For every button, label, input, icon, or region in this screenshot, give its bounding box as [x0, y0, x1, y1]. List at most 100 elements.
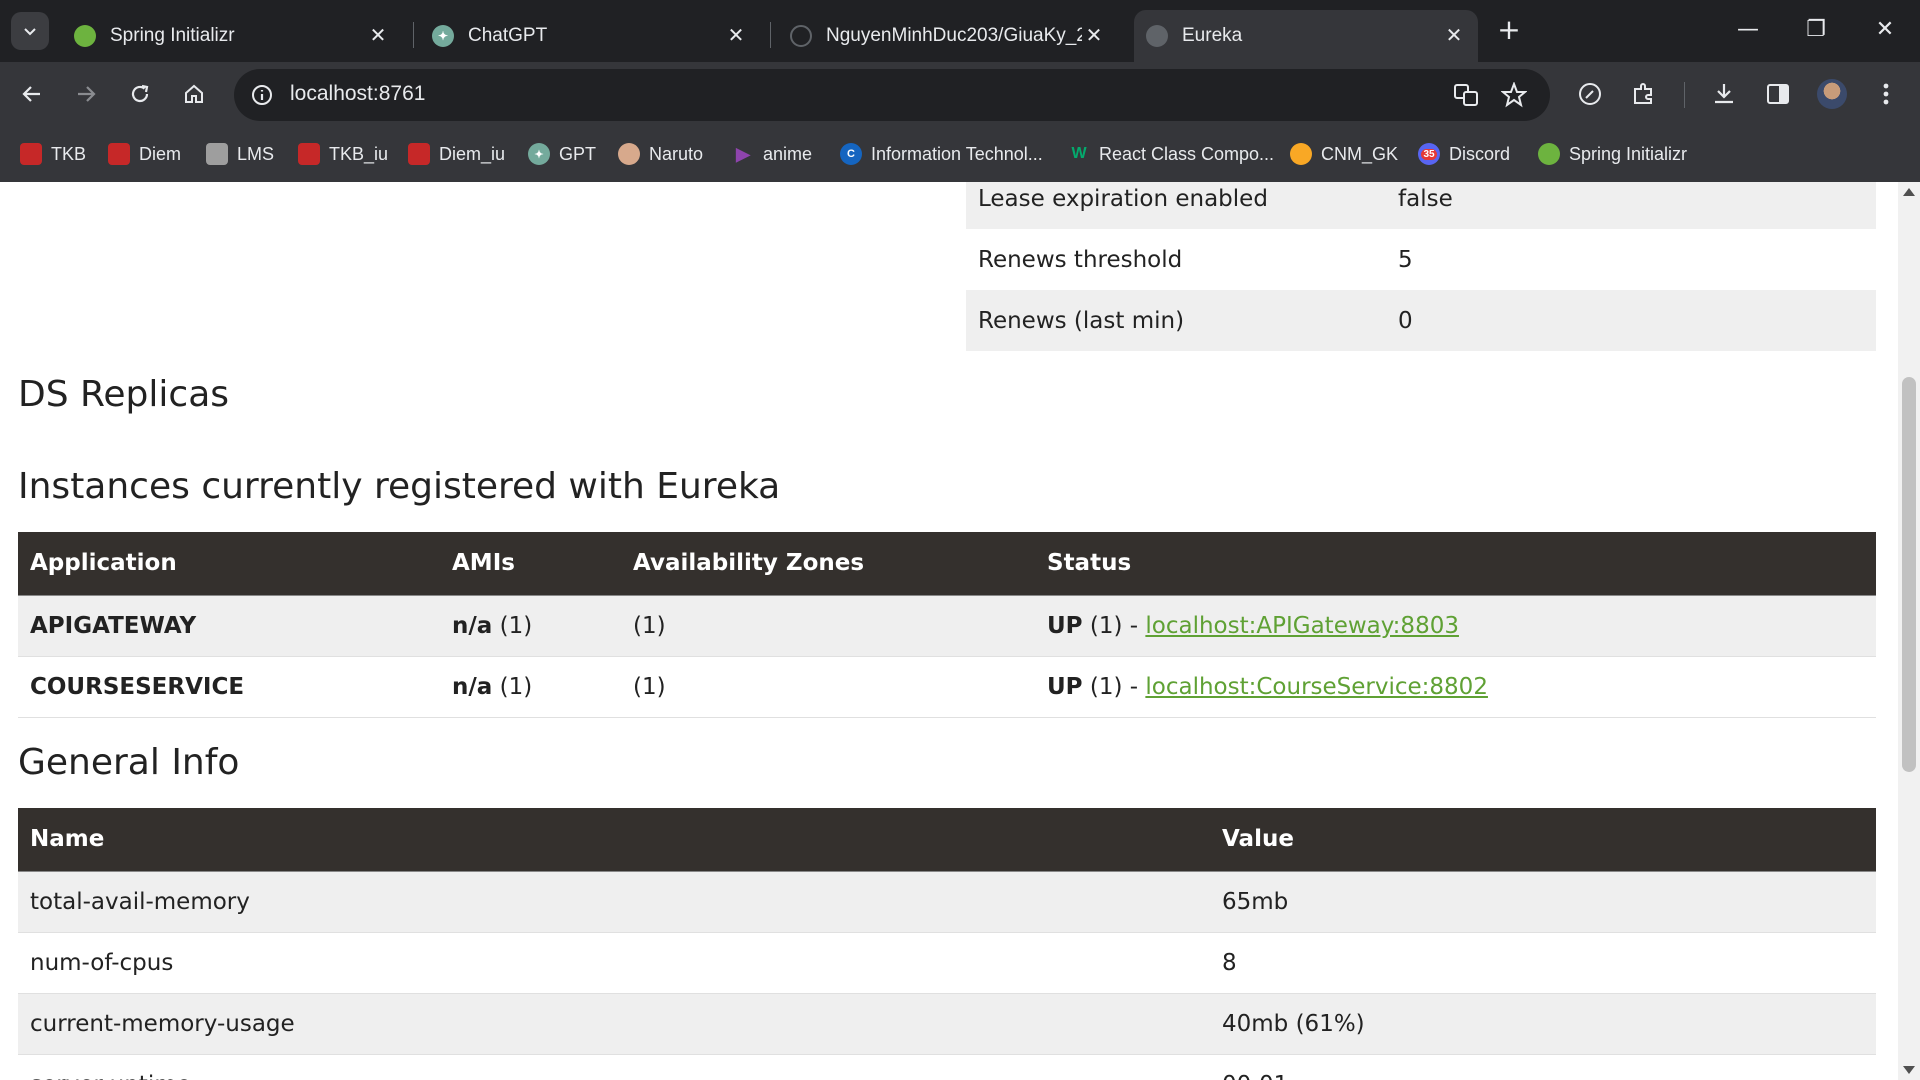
ami-cell: n/a (1): [440, 656, 621, 718]
bookmark-label: Diem_iu: [439, 143, 506, 164]
close-icon[interactable]: ✕: [724, 24, 748, 48]
back-button[interactable]: [14, 76, 50, 112]
scroll-up-arrow-icon[interactable]: [1903, 188, 1915, 196]
table-row: COURSESERVICE n/a (1) (1) UP (1) - local…: [18, 656, 1876, 718]
tab-strip: Spring Initializr ✕ ✦ ChatGPT ✕ NguyenMi…: [0, 0, 1920, 62]
status-count: (1) -: [1089, 612, 1139, 639]
spring-leaf-icon: [74, 25, 96, 47]
column-header: Status: [1035, 532, 1876, 596]
bookmark-anime[interactable]: ▶ anime: [732, 140, 812, 168]
bookmark-label: TKB_iu: [329, 143, 389, 164]
column-header: Name: [18, 808, 1210, 872]
lease-info-table: Lease expiration enabled false Renews th…: [966, 182, 1876, 351]
close-icon[interactable]: ✕: [1082, 24, 1106, 48]
ami-value: n/a: [452, 612, 493, 639]
c-logo-icon: C: [840, 143, 862, 165]
home-icon: [185, 84, 203, 103]
bookmark-lms[interactable]: LMS: [206, 140, 274, 168]
bookmark-label: CNM_GK: [1321, 143, 1399, 164]
ami-count: (1): [499, 673, 533, 700]
discord-icon: 35: [1418, 143, 1440, 165]
instance-link[interactable]: localhost:APIGateway:8803: [1145, 613, 1459, 639]
lease-value: 5: [1398, 246, 1413, 273]
bookmark-gpt[interactable]: ✦ GPT: [528, 140, 596, 168]
application-cell: COURSESERVICE: [18, 656, 440, 718]
restore-button[interactable]: ❐: [1786, 10, 1846, 50]
site-info-icon[interactable]: [246, 79, 278, 111]
column-header: Application: [18, 532, 440, 596]
lease-key: Lease expiration enabled: [966, 182, 1386, 229]
scroll-down-arrow-icon[interactable]: [1903, 1066, 1915, 1074]
performance-icon[interactable]: [1572, 76, 1608, 112]
info-name: current-memory-usage: [18, 993, 1210, 1055]
bookmark-cnm-gk[interactable]: CNM_GK: [1290, 140, 1398, 168]
bookmark-label: Discord: [1449, 143, 1511, 164]
close-icon[interactable]: ✕: [1442, 24, 1466, 48]
w3-icon: W: [1071, 145, 1087, 162]
bookmark-spring-initializr[interactable]: Spring Initializr: [1538, 140, 1687, 168]
download-icon[interactable]: [1706, 76, 1742, 112]
bookmark-label: Naruto: [649, 143, 704, 164]
bookmark-diem[interactable]: Diem: [108, 140, 181, 168]
general-info-heading: General Info: [18, 742, 240, 783]
info-value: 40mb (61%): [1210, 993, 1876, 1055]
lease-value: 0: [1386, 290, 1876, 351]
bookmark-label: Spring Initializr: [1569, 143, 1688, 164]
application-name: COURSESERVICE: [30, 673, 245, 700]
bookmark-label: TKB: [51, 143, 87, 164]
reload-button[interactable]: [122, 76, 158, 112]
avatar[interactable]: [1814, 76, 1850, 112]
tab-chatgpt[interactable]: ✦ ChatGPT ✕: [420, 10, 760, 62]
instance-link[interactable]: localhost:CourseService:8802: [1145, 674, 1488, 700]
side-panel-icon[interactable]: [1760, 76, 1796, 112]
bookmark-tkb-iu[interactable]: TKB_iu: [298, 140, 388, 168]
bookmark-tkb[interactable]: TKB: [20, 140, 86, 168]
arrow-right-icon: [78, 86, 96, 102]
info-name: total-avail-memory: [18, 871, 1210, 933]
new-tab-button[interactable]: +: [1494, 16, 1524, 46]
bookmark-star-icon[interactable]: [1496, 77, 1532, 113]
notification-badge: 35: [1421, 148, 1437, 160]
info-value: 8: [1210, 932, 1876, 994]
bookmark-naruto[interactable]: Naruto: [618, 140, 703, 168]
table-row: current-memory-usage 40mb (61%): [18, 993, 1876, 1055]
tab-github[interactable]: NguyenMinhDuc203/GiuaKy_21 ✕: [778, 10, 1118, 62]
tab-search-button[interactable]: [11, 12, 49, 50]
translate-icon[interactable]: [1448, 77, 1484, 113]
info-value: 65mb: [1210, 871, 1876, 933]
address-bar[interactable]: localhost:8761: [234, 69, 1550, 121]
scrollbar-thumb[interactable]: [1902, 377, 1916, 772]
iuh-icon: [20, 143, 42, 165]
bookmark-information-technology[interactable]: C Information Technol...: [840, 140, 1043, 168]
bookmark-label: Diem: [139, 143, 182, 164]
spring-leaf-icon: [1538, 143, 1560, 165]
application-name: APIGATEWAY: [30, 612, 197, 639]
close-icon[interactable]: ✕: [366, 24, 390, 48]
emoji-icon: [1290, 143, 1312, 165]
application-cell: APIGATEWAY: [18, 595, 440, 657]
chevron-down-icon: [24, 28, 36, 36]
tab-spring-initializr[interactable]: Spring Initializr ✕: [62, 10, 402, 62]
lms-icon: [206, 143, 228, 165]
home-button[interactable]: [176, 76, 212, 112]
minimize-button[interactable]: —: [1718, 10, 1778, 50]
globe-icon: [1146, 25, 1168, 47]
naruto-icon: [618, 143, 640, 165]
ami-value: n/a: [452, 673, 493, 700]
tab-separator: [413, 22, 414, 48]
info-name: num-of-cpus: [18, 932, 1210, 994]
url-text[interactable]: localhost:8761: [290, 82, 425, 106]
bookmark-diem-iu[interactable]: Diem_iu: [408, 140, 505, 168]
extensions-icon[interactable]: [1626, 76, 1662, 112]
menu-kebab-icon[interactable]: [1868, 76, 1904, 112]
close-window-button[interactable]: ✕: [1855, 10, 1915, 50]
tab-eureka[interactable]: Eureka ✕: [1134, 10, 1478, 62]
github-icon: [790, 25, 812, 47]
tab-title: Eureka: [1182, 25, 1243, 46]
bookmark-discord[interactable]: 35 Discord: [1418, 140, 1510, 168]
vertical-scrollbar[interactable]: [1898, 182, 1920, 1080]
ami-count: (1): [499, 612, 533, 639]
status-value: UP: [1047, 612, 1083, 639]
bookmark-react-class[interactable]: W React Class Compo...: [1068, 140, 1274, 168]
forward-button[interactable]: [68, 76, 104, 112]
